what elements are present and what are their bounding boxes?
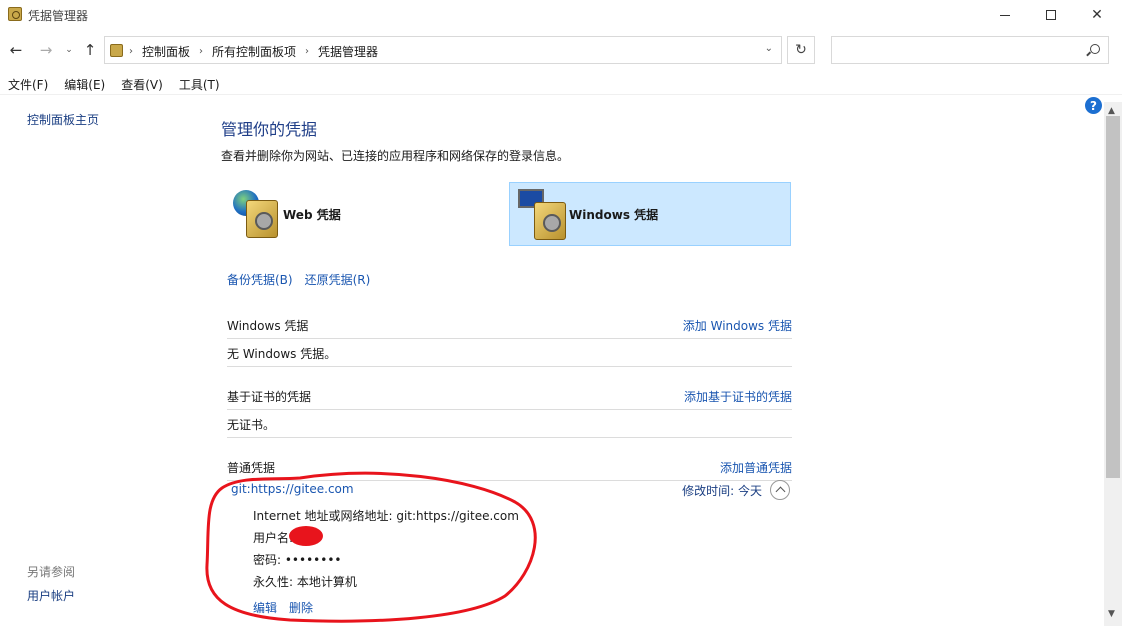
forward-button[interactable]: →: [36, 40, 56, 60]
credential-manager-icon: [8, 7, 22, 21]
back-button[interactable]: ←: [6, 40, 26, 60]
section-body: 无证书。: [227, 410, 792, 438]
add-windows-credential-link[interactable]: 添加 Windows 凭据: [683, 317, 792, 334]
scroll-down-icon[interactable]: ▼: [1108, 609, 1115, 619]
breadcrumb-control-panel[interactable]: 控制面板: [142, 43, 190, 60]
vault-icon: [246, 200, 278, 238]
refresh-button[interactable]: ↻: [787, 36, 815, 64]
web-credentials-label: Web 凭据: [283, 208, 341, 222]
web-credentials-tile[interactable]: Web 凭据: [227, 182, 509, 246]
credential-address: Internet 地址或网络地址: git:https://gitee.com: [253, 509, 519, 523]
delete-credential-link[interactable]: 删除: [289, 599, 313, 616]
backup-restore-links: 备份凭据(B) 还原凭据(R): [227, 271, 370, 288]
page-title: 管理你的凭据: [221, 120, 318, 139]
scroll-thumb[interactable]: [1106, 116, 1120, 478]
menu-file[interactable]: 文件(F): [0, 73, 56, 94]
add-certificate-credential-link[interactable]: 添加基于证书的凭据: [684, 388, 792, 405]
credential-username: 用户名:: [253, 525, 324, 546]
credential-name[interactable]: git:https://gitee.com: [231, 482, 354, 496]
empty-message: 无 Windows 凭据。: [227, 347, 337, 361]
breadcrumb-all-items[interactable]: 所有控制面板项: [212, 43, 296, 60]
menu-tools[interactable]: 工具(T): [171, 73, 228, 94]
menu-edit[interactable]: 编辑(E): [56, 73, 113, 94]
window-title: 凭据管理器: [28, 9, 89, 23]
credential-manager-icon: [110, 44, 123, 57]
maximize-button[interactable]: [1028, 0, 1074, 30]
credential-actions: 编辑 删除: [253, 599, 313, 616]
certificate-credentials-section: 基于证书的凭据 添加基于证书的凭据 无证书。: [227, 383, 792, 438]
menu-view[interactable]: 查看(V): [113, 73, 171, 94]
breadcrumb: › 控制面板 › 所有控制面板项 › 凭据管理器: [127, 43, 378, 60]
chevron-right-icon[interactable]: ›: [199, 46, 203, 57]
maximize-icon: [1046, 10, 1056, 20]
section-header: Windows 凭据 添加 Windows 凭据: [227, 312, 792, 339]
search-input[interactable]: [831, 36, 1109, 64]
sidebar-control-panel-home[interactable]: 控制面板主页: [27, 111, 99, 128]
sidebar-user-accounts[interactable]: 用户帐户: [27, 587, 75, 604]
help-icon[interactable]: ?: [1085, 97, 1102, 114]
modified-label: 修改时间:: [682, 484, 735, 498]
address-bar[interactable]: › 控制面板 › 所有控制面板项 › 凭据管理器 ⌄: [104, 36, 782, 64]
breadcrumb-credential-manager[interactable]: 凭据管理器: [318, 43, 378, 60]
vertical-scrollbar[interactable]: ▲ ▼: [1104, 102, 1122, 626]
navigation-bar: ← → ⌄ ↑ › 控制面板 › 所有控制面板项 › 凭据管理器 ⌄ ↻: [0, 34, 1122, 66]
section-header: 基于证书的凭据 添加基于证书的凭据: [227, 383, 792, 410]
modified-time: 修改时间: 今天: [682, 482, 762, 499]
username-label: 用户名:: [253, 531, 294, 545]
section-body: 无 Windows 凭据。: [227, 339, 792, 367]
credential-row[interactable]: git:https://gitee.com 修改时间: 今天: [231, 480, 792, 500]
section-header: 普通凭据 添加普通凭据: [227, 454, 792, 481]
minimize-button[interactable]: [982, 0, 1028, 30]
vault-icon: [534, 202, 566, 240]
chevron-down-icon[interactable]: ⌄: [765, 43, 773, 54]
up-button[interactable]: ↑: [80, 40, 100, 60]
title-bar: 凭据管理器 ✕: [0, 0, 1122, 30]
recent-locations-icon[interactable]: ⌄: [62, 40, 76, 60]
chevron-right-icon[interactable]: ›: [305, 46, 309, 57]
sidebar-see-also: 另请参阅: [27, 565, 76, 579]
windows-credentials-section: Windows 凭据 添加 Windows 凭据 无 Windows 凭据。: [227, 312, 792, 367]
chevron-up-icon[interactable]: [770, 480, 790, 500]
windows-credentials-label: Windows 凭据: [569, 208, 659, 222]
page-description: 查看并删除你为网站、已连接的应用程序和网络保存的登录信息。: [221, 149, 570, 163]
add-generic-credential-link[interactable]: 添加普通凭据: [720, 459, 792, 476]
redaction-mark: [289, 525, 324, 546]
generic-credentials-section: 普通凭据 添加普通凭据: [227, 454, 792, 481]
section-title: 基于证书的凭据: [227, 390, 312, 404]
backup-credentials-link[interactable]: 备份凭据(B): [227, 271, 293, 288]
credential-password: 密码: ••••••••: [253, 553, 342, 567]
modified-value: 今天: [737, 484, 762, 498]
section-title: Windows 凭据: [227, 319, 309, 333]
restore-credentials-link[interactable]: 还原凭据(R): [305, 271, 371, 288]
edit-credential-link[interactable]: 编辑: [253, 599, 277, 616]
windows-credentials-tile[interactable]: Windows 凭据: [509, 182, 791, 246]
chevron-right-icon: ›: [129, 46, 133, 57]
credential-persistence: 永久性: 本地计算机: [253, 575, 357, 589]
menu-bar: 文件(F) 编辑(E) 查看(V) 工具(T): [0, 73, 1122, 95]
section-title: 普通凭据: [227, 461, 276, 475]
empty-message: 无证书。: [227, 418, 276, 432]
search-icon[interactable]: [1090, 44, 1100, 54]
minimize-icon: [1000, 14, 1010, 16]
scroll-up-icon[interactable]: ▲: [1108, 106, 1115, 116]
close-button[interactable]: ✕: [1074, 0, 1120, 30]
